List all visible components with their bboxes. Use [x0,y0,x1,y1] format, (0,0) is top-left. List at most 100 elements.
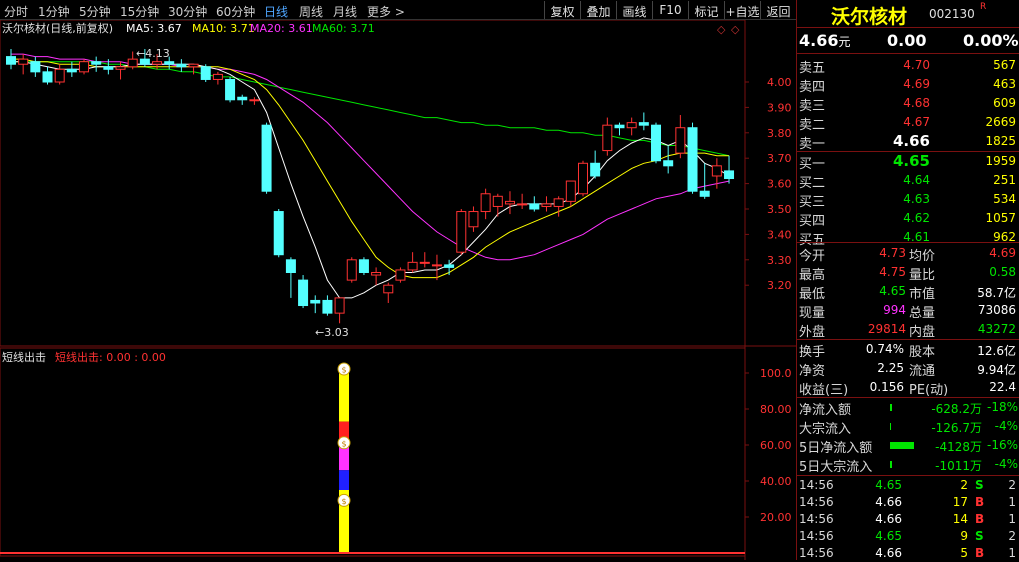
bid-volume: 534 [993,192,1016,206]
bid-label: 买二 [799,176,826,191]
bid-row[interactable]: 买四 4.62 1057 [797,209,1019,229]
stat-row: 最低 4.65 市值 58.7亿 [797,282,1019,302]
kline-chart[interactable]: 沃尔核材(日线,前复权) MA5: 3.67 MA10: 3.71 MA20: … [0,20,796,560]
stat-label: 今开 [799,249,826,264]
ask-label: 卖四 [799,80,826,95]
period-tab-5[interactable]: 60分钟 [216,3,255,20]
chart-title: 沃尔核材(日线,前复权) [2,21,113,35]
ask-row[interactable]: 卖四 4.69 463 [797,75,1019,95]
flow-bar [890,442,914,449]
candle-body [273,211,284,256]
period-tab-1[interactable]: 1分钟 [38,3,70,20]
candle-body [444,264,455,268]
money-bag-glyph: $ [341,497,346,506]
flow-pct: -16% [986,438,1018,452]
ask-price: 4.68 [903,96,930,110]
flow-pct: -18% [986,400,1018,414]
bid-price: 4.63 [903,192,930,206]
indicator-tick-label: 20.00 [760,511,792,524]
low-marker: ←3.03 [315,326,349,339]
candle-body [188,63,199,68]
candle-body [115,66,126,70]
candle-body [322,299,333,314]
bid-row[interactable]: 买二 4.64 251 [797,171,1019,191]
candle-body [395,269,406,281]
tick-row[interactable]: 14:56 4.65 9 S 2 [797,528,1019,545]
tick-time: 14:56 [799,478,834,492]
toolbar-button-0[interactable]: 复权 [544,1,580,19]
toolbar-button-1[interactable]: 叠加 [580,1,616,19]
period-tab-2[interactable]: 5分钟 [79,3,111,20]
bid-row[interactable]: 买一 4.65 1959 [797,152,1019,172]
tick-side: S [975,478,984,492]
indicator-segment [339,373,349,422]
period-tab-0[interactable]: 分时 [4,3,28,20]
candle [651,122,662,164]
tick-row[interactable]: 14:56 4.65 2 S 2 [797,477,1019,494]
candle-body [504,200,515,205]
toolbar-button-2[interactable]: 画线 [616,1,652,19]
stat-value: 29814 [867,322,906,336]
candle-body [480,193,491,213]
candle [200,64,211,82]
ask-row[interactable]: 卖五 4.70 567 [797,56,1019,76]
candle-body [590,162,601,177]
candle-body [565,180,576,202]
price-tick-label: 3.80 [767,127,792,140]
bid-row[interactable]: 买三 4.63 534 [797,190,1019,210]
period-tab-6[interactable]: 日线 [264,3,288,20]
price-tick-label: 3.50 [767,203,792,216]
ask-volume: 463 [993,77,1016,91]
divider [797,27,1019,28]
tick-volume: 17 [952,495,968,509]
tick-row[interactable]: 14:56 4.66 14 B 1 [797,511,1019,528]
period-tab-3[interactable]: 15分钟 [120,3,159,20]
period-tab-4[interactable]: 30分钟 [168,3,207,20]
last-price-value: 4.66 [799,31,839,50]
fundamental-label: 流通 [909,364,936,379]
money-bag-glyph: $ [341,439,346,448]
stat-value: 73086 [977,303,1016,317]
ask-price: 4.66 [892,132,930,150]
period-tab-8[interactable]: 月线 [333,3,357,20]
high-value: 4.13 [145,47,170,60]
candle-body [237,96,248,101]
ask-row[interactable]: 卖一 4.66 1825 [797,132,1019,152]
bid-price: 4.64 [903,173,930,187]
candle-body [431,264,442,267]
toolbar-button-5[interactable]: +自选 [724,1,760,19]
ask-row[interactable]: 卖三 4.68 609 [797,94,1019,114]
tick-price: 4.66 [875,495,902,509]
flow-value: -126.7万 [931,421,982,435]
period-tab-7[interactable]: 周线 [299,3,323,20]
candle-body [456,211,467,253]
stat-label: 外盘 [799,325,826,340]
ask-label: 卖一 [799,137,826,152]
stat-value: 4.73 [879,246,906,260]
candle-body [651,124,662,162]
stat-value: 4.75 [879,265,906,279]
fundamental-value: 12.6亿 [977,344,1016,358]
toolbar-button-6[interactable]: 返回 [760,1,796,19]
candle-body [724,170,735,180]
tick-row[interactable]: 14:56 4.66 5 B 1 [797,545,1019,562]
fundamental-value: 9.94亿 [977,363,1016,377]
toolbar-button-4[interactable]: 标记 [688,1,724,19]
period-tab-9[interactable]: 更多 > [367,3,405,20]
ask-label: 卖五 [799,61,826,76]
collapse-icon[interactable]: ◇ [731,23,740,36]
stat-row: 最高 4.75 量比 0.58 [797,263,1019,283]
diamond-icon[interactable]: ◇ [717,23,726,36]
last-price: 4.66元 [799,31,851,50]
flow-label: 5日净流入额 [799,441,873,456]
candle [298,275,309,309]
tick-row[interactable]: 14:56 4.66 17 B 1 [797,494,1019,511]
indicator-values: 短线出击: 0.00 : 0.00 [55,350,166,364]
tick-count: 1 [1008,546,1016,560]
candle-body [468,211,479,228]
ask-row[interactable]: 卖二 4.67 2669 [797,113,1019,133]
toolbar-button-3[interactable]: F10 [652,1,688,19]
price-tick-label: 3.70 [767,152,792,165]
candle [577,160,588,197]
candle-body [298,279,309,307]
